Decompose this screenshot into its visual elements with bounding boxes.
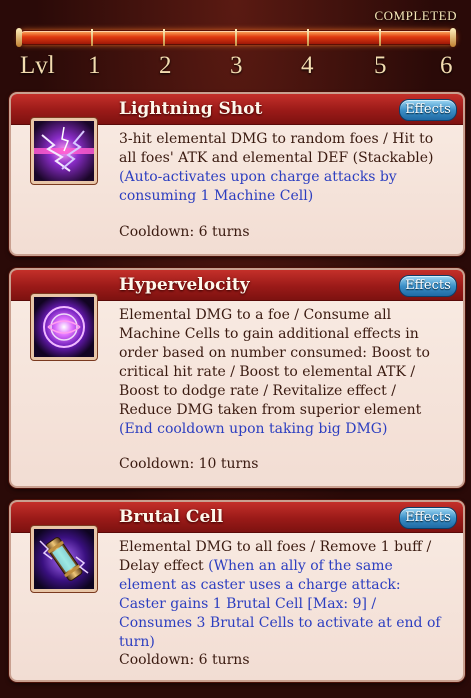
level-1: 1 [88, 52, 101, 79]
level-progress-bar [16, 28, 456, 47]
skill-card-brutal-cell: Brutal Cell Effects Elemental DMG to all… [9, 500, 465, 682]
skill-name: Lightning Shot [119, 99, 263, 119]
skill-description-note: (End cooldown upon taking big DMG) [119, 421, 388, 437]
energy-orb-icon [31, 294, 97, 360]
skill-description: 3-hit elemental DMG to random foes / Hit… [119, 130, 451, 206]
level-6: 6 [440, 52, 453, 79]
level-4: 4 [301, 52, 314, 79]
skill-description: Elemental DMG to a foe / Consume all Mac… [119, 306, 451, 439]
energy-cell-icon [31, 526, 97, 592]
effects-button[interactable]: Effects [399, 507, 457, 529]
level-2: 2 [159, 52, 172, 79]
skill-cooldown: Cooldown: 10 turns [119, 456, 259, 472]
skill-description-note: (Auto-activates upon charge attacks by c… [119, 169, 397, 204]
skill-description: Elemental DMG to all foes / Remove 1 buf… [119, 538, 451, 652]
progress-tick [163, 29, 165, 46]
level-label: Lvl [20, 52, 55, 79]
lightning-bolt-icon [31, 118, 97, 184]
progress-bar-cap-right [450, 28, 456, 47]
level-markers: Lvl 1 2 3 4 5 6 [0, 52, 471, 84]
progress-tick [307, 29, 309, 46]
skill-description-text: Elemental DMG to a foe / Consume all Mac… [119, 307, 430, 418]
progress-tick [91, 29, 93, 46]
skill-cooldown: Cooldown: 6 turns [119, 224, 250, 240]
level-5: 5 [374, 52, 387, 79]
skill-card-lightning-shot: Lightning Shot Effects 3-hit elemental D… [9, 92, 465, 256]
skill-description-text: 3-hit elemental DMG to random foes / Hit… [119, 131, 434, 166]
skill-card-hypervelocity: Hypervelocity Effects Elemental DMG to a… [9, 268, 465, 488]
completed-status: COMPLETED [374, 8, 457, 23]
skill-cooldown: Cooldown: 6 turns [119, 652, 250, 668]
progress-bar-cap-left [16, 28, 22, 47]
progress-tick [235, 29, 237, 46]
effects-button[interactable]: Effects [399, 275, 457, 297]
skill-name: Hypervelocity [119, 275, 250, 295]
effects-button[interactable]: Effects [399, 99, 457, 121]
progress-tick [379, 29, 381, 46]
level-header: COMPLETED Lvl 1 2 3 4 5 6 [0, 0, 471, 88]
skill-name: Brutal Cell [119, 507, 224, 527]
level-3: 3 [230, 52, 243, 79]
